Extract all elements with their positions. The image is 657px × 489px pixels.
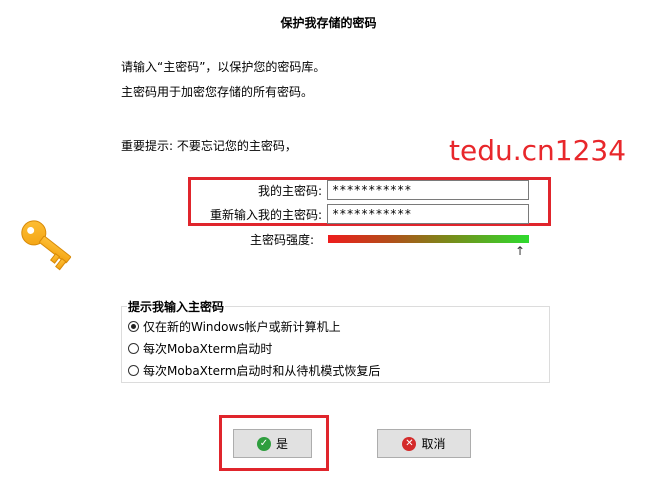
- radio-option-every-start[interactable]: 每次MobaXterm启动时: [128, 340, 272, 357]
- important-tip: 重要提示: 不要忘记您的主密码，: [121, 139, 297, 153]
- intro-line-1: 请输入“主密码”，以保护您的密码库。: [121, 60, 326, 74]
- radio-option-start-and-resume[interactable]: 每次MobaXterm启动时和从待机模式恢复后: [128, 362, 380, 379]
- radio-unselected-icon[interactable]: [128, 365, 139, 376]
- dialog-title: 保护我存储的密码: [280, 16, 377, 30]
- watermark-text: tedu.cn1234: [449, 134, 627, 167]
- cancel-button[interactable]: ✕ 取消: [377, 429, 471, 458]
- radio-selected-icon[interactable]: [128, 321, 139, 332]
- strength-pointer-icon: ↑: [515, 244, 526, 258]
- prompt-group-title: 提示我输入主密码: [127, 298, 226, 315]
- cancel-button-label: 取消: [421, 437, 446, 451]
- master-password-dialog: 保护我存储的密码 请输入“主密码”，以保护您的密码库。 主密码用于加密您存储的所…: [0, 0, 657, 489]
- ok-button[interactable]: ✓ 是: [233, 429, 312, 458]
- confirm-password-input[interactable]: ***********: [327, 204, 529, 224]
- radio-label: 每次MobaXterm启动时: [143, 342, 273, 356]
- master-password-label: 我的主密码:: [257, 184, 322, 198]
- confirm-password-label: 重新输入我的主密码:: [209, 208, 322, 222]
- radio-unselected-icon[interactable]: [128, 343, 139, 354]
- master-password-input[interactable]: ***********: [327, 180, 529, 200]
- intro-line-2: 主密码用于加密您存储的所有密码。: [121, 85, 314, 99]
- key-icon: [16, 212, 80, 276]
- x-circle-icon: ✕: [402, 436, 417, 451]
- password-strength-meter: [328, 235, 529, 243]
- password-strength-label: 主密码强度:: [249, 233, 314, 247]
- check-circle-icon: ✓: [256, 436, 271, 451]
- radio-label: 每次MobaXterm启动时和从待机模式恢复后: [143, 364, 381, 378]
- radio-option-new-account[interactable]: 仅在新的Windows帐户或新计算机上: [128, 318, 341, 335]
- ok-button-label: 是: [275, 437, 288, 451]
- radio-label: 仅在新的Windows帐户或新计算机上: [143, 320, 341, 334]
